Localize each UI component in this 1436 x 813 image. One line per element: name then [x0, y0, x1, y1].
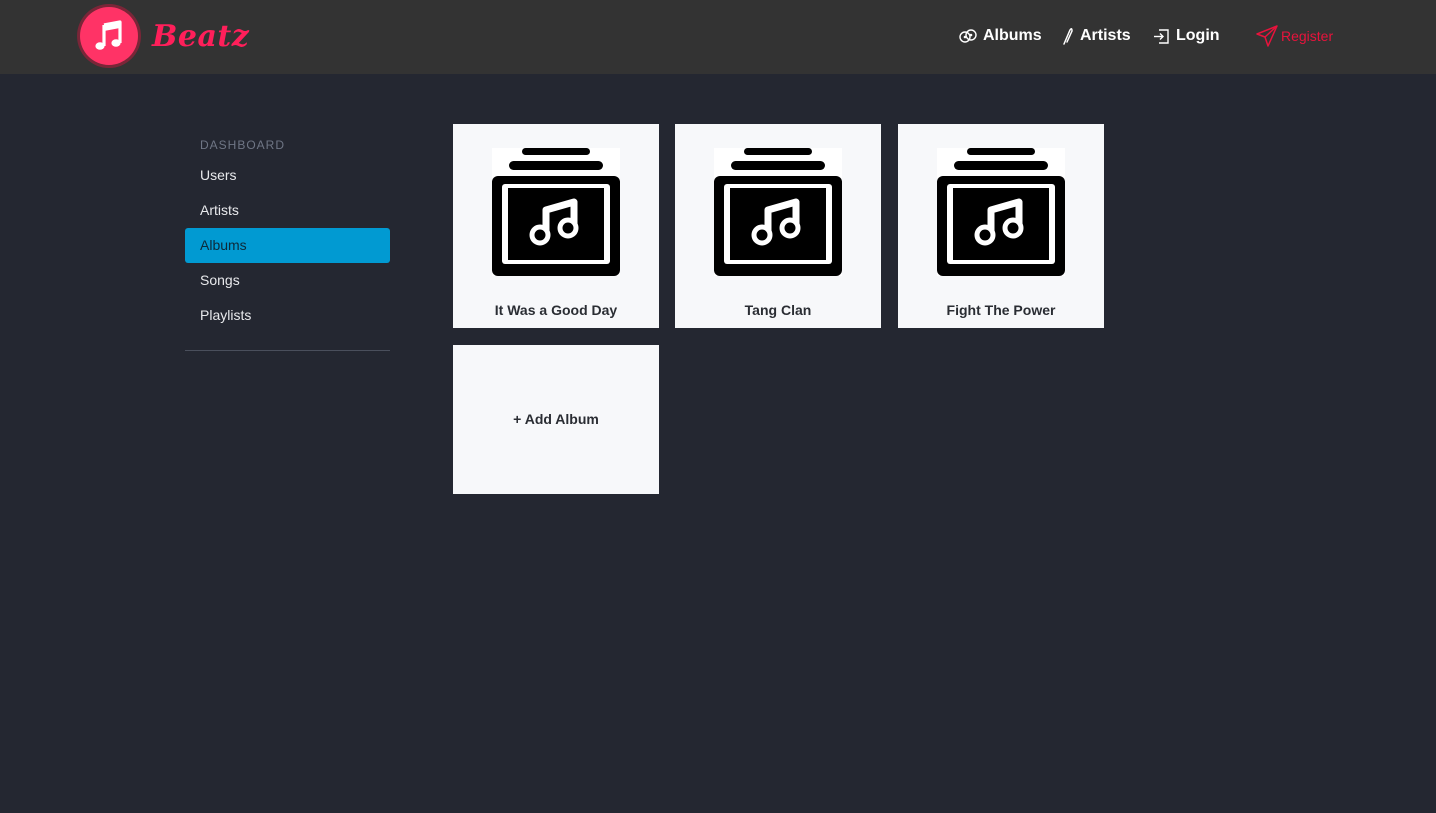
- nav-artists-link[interactable]: Artists: [1062, 24, 1131, 48]
- add-album-card[interactable]: + Add Album: [453, 345, 659, 494]
- sidebar-divider: [185, 350, 390, 351]
- brand-name: Beatz: [152, 18, 250, 54]
- album-title: It Was a Good Day: [494, 302, 618, 318]
- music-note-icon: [80, 7, 138, 65]
- album-card[interactable]: Fight The Power: [898, 124, 1104, 328]
- album-card[interactable]: Tang Clan: [675, 124, 881, 328]
- sidebar-item-playlists[interactable]: Playlists: [185, 298, 390, 333]
- nav-register-label: Register: [1281, 28, 1334, 44]
- sidebar-item-songs[interactable]: Songs: [185, 263, 390, 298]
- nav-artists-label: Artists: [1080, 27, 1131, 44]
- nav-login-link[interactable]: Login: [1153, 24, 1220, 48]
- sidebar-menu: Users Artists Albums Songs Playlists: [185, 158, 390, 333]
- nav-albums-label: Albums: [983, 27, 1042, 44]
- album-title: Fight The Power: [946, 302, 1056, 318]
- album-stack-music-icon: [714, 148, 842, 276]
- login-icon: [1153, 28, 1170, 45]
- nav-register-link[interactable]: Register: [1255, 24, 1333, 48]
- dashboard-sidebar: DASHBOARD Users Artists Albums Songs Pla…: [185, 136, 390, 351]
- top-navbar: Beatz Albums Artists Login Register: [0, 0, 1436, 74]
- album-card[interactable]: It Was a Good Day: [453, 124, 659, 328]
- album-stack-music-icon: [937, 148, 1065, 276]
- sidebar-heading: DASHBOARD: [200, 138, 286, 152]
- album-stack-music-icon: [492, 148, 620, 276]
- sidebar-item-albums[interactable]: Albums: [185, 228, 390, 263]
- add-album-label: + Add Album: [513, 411, 599, 427]
- nav-login-label: Login: [1176, 27, 1220, 44]
- records-icon: [959, 29, 977, 43]
- album-title: Tang Clan: [744, 302, 812, 318]
- brand-home-link[interactable]: Beatz: [80, 6, 249, 66]
- paper-plane-icon: [1255, 24, 1279, 48]
- nav-albums-link[interactable]: Albums: [959, 24, 1042, 48]
- sidebar-item-artists[interactable]: Artists: [185, 193, 390, 228]
- feather-icon: [1062, 27, 1074, 45]
- sidebar-item-users[interactable]: Users: [185, 158, 390, 193]
